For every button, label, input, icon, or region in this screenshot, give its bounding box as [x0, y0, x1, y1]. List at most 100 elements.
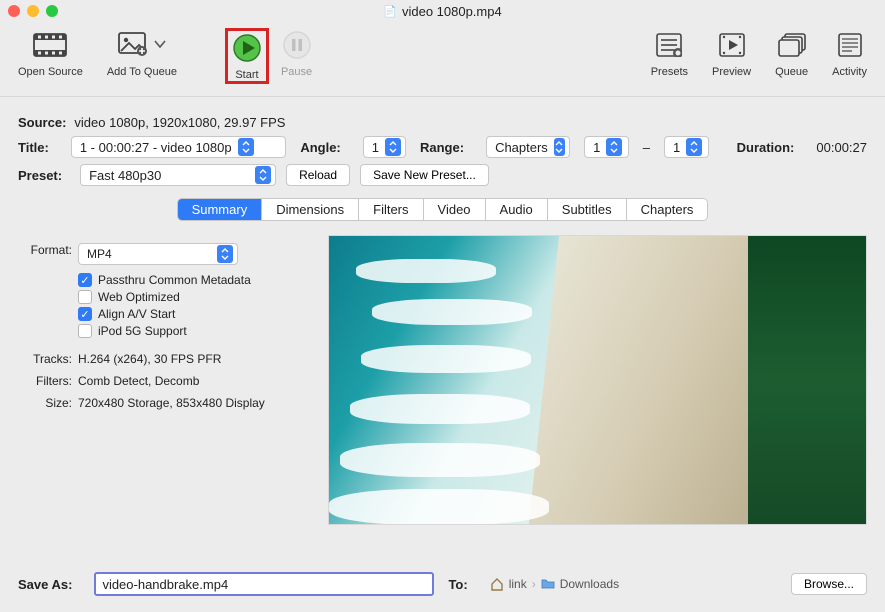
maximize-icon[interactable]	[46, 5, 58, 17]
presets-label: Presets	[651, 66, 688, 78]
tab-filters[interactable]: Filters	[359, 199, 423, 220]
preset-select[interactable]: Fast 480p30	[80, 164, 276, 186]
stack-icon	[778, 28, 806, 62]
activity-button[interactable]: Activity	[820, 28, 879, 78]
pause-icon	[282, 28, 312, 62]
updown-icon	[606, 138, 622, 156]
format-label: Format:	[18, 243, 72, 265]
range-label: Range:	[420, 140, 464, 155]
minimize-icon[interactable]	[27, 5, 39, 17]
path-segment: link	[509, 577, 527, 591]
updown-icon	[255, 166, 271, 184]
checkbox-label: Passthru Common Metadata	[98, 273, 251, 287]
checkbox-ipod-5g[interactable]: iPod 5G Support	[78, 324, 304, 338]
window-title-text: video 1080p.mp4	[402, 4, 502, 19]
presets-button[interactable]: Presets	[639, 28, 700, 78]
save-new-preset-button[interactable]: Save New Preset...	[360, 164, 489, 186]
updown-icon	[217, 245, 233, 263]
activity-label: Activity	[832, 66, 867, 78]
preset-label: Preset:	[18, 168, 62, 183]
checkbox-icon	[78, 324, 92, 338]
format-select[interactable]: MP4	[78, 243, 238, 265]
film-icon	[33, 28, 67, 62]
tab-video[interactable]: Video	[424, 199, 486, 220]
tab-chapters[interactable]: Chapters	[627, 199, 708, 220]
updown-icon	[385, 138, 401, 156]
checkbox-icon: ✓	[78, 307, 92, 321]
source-value: video 1080p, 1920x1080, 29.97 FPS	[74, 115, 285, 130]
angle-label: Angle:	[300, 140, 340, 155]
titlebar: 📄 video 1080p.mp4	[0, 0, 885, 22]
checkbox-passthru[interactable]: ✓ Passthru Common Metadata	[78, 273, 304, 287]
tab-summary[interactable]: Summary	[178, 199, 263, 220]
checkbox-align-av[interactable]: ✓ Align A/V Start	[78, 307, 304, 321]
tab-audio[interactable]: Audio	[486, 199, 548, 220]
range-to-value: 1	[673, 140, 680, 155]
reload-button[interactable]: Reload	[286, 164, 350, 186]
tab-subtitles[interactable]: Subtitles	[548, 199, 627, 220]
range-to-select[interactable]: 1	[664, 136, 709, 158]
updown-icon	[238, 138, 254, 156]
saveas-input[interactable]	[94, 572, 434, 596]
queue-label: Queue	[775, 66, 808, 78]
sliders-icon	[656, 28, 682, 62]
size-label: Size:	[18, 396, 72, 410]
chevron-down-icon[interactable]	[154, 39, 166, 52]
range-from-select[interactable]: 1	[584, 136, 629, 158]
tracks-value: H.264 (x264), 30 FPS PFR	[78, 352, 221, 366]
start-button[interactable]: Start	[225, 28, 269, 84]
title-select-value: 1 - 00:00:27 - video 1080p	[80, 140, 232, 155]
window-controls	[8, 5, 58, 17]
source-label: Source:	[18, 115, 66, 130]
add-to-queue-label: Add To Queue	[107, 66, 177, 78]
saveas-label: Save As:	[18, 577, 72, 592]
add-to-queue-button[interactable]: Add To Queue	[95, 28, 189, 78]
preset-value: Fast 480p30	[89, 168, 249, 183]
angle-select[interactable]: 1	[363, 136, 406, 158]
toolbar: Open Source Add To Queue Start Pause	[0, 22, 885, 97]
start-label: Start	[235, 69, 258, 81]
pause-label: Pause	[281, 66, 312, 78]
content-area: Source: video 1080p, 1920x1080, 29.97 FP…	[0, 97, 885, 525]
filters-value: Comb Detect, Decomb	[78, 374, 199, 388]
filters-label: Filters:	[18, 374, 72, 388]
updown-icon	[686, 138, 702, 156]
format-value: MP4	[87, 247, 211, 261]
range-separator: –	[643, 140, 650, 155]
pause-button: Pause	[269, 28, 324, 78]
image-plus-icon	[118, 32, 148, 59]
checkbox-label: Align A/V Start	[98, 307, 175, 321]
bottom-bar: Save As: To: link › Downloads Browse...	[0, 562, 885, 612]
title-label: Title:	[18, 140, 49, 155]
range-type-select[interactable]: Chapters	[486, 136, 570, 158]
duration-value: 00:00:27	[816, 140, 867, 155]
tab-dimensions[interactable]: Dimensions	[262, 199, 359, 220]
range-from-value: 1	[593, 140, 600, 155]
checkbox-web-optimized[interactable]: Web Optimized	[78, 290, 304, 304]
angle-value: 1	[372, 140, 379, 155]
window-title: 📄 video 1080p.mp4	[0, 4, 885, 19]
path-segment: Downloads	[560, 577, 619, 591]
play-icon	[232, 31, 262, 65]
updown-icon	[554, 138, 565, 156]
duration-label: Duration:	[737, 140, 795, 155]
tab-bar: Summary Dimensions Filters Video Audio S…	[177, 198, 709, 221]
preview-button[interactable]: Preview	[700, 28, 763, 78]
destination-path[interactable]: link › Downloads	[490, 577, 619, 591]
folder-icon	[541, 577, 555, 591]
to-label: To:	[448, 577, 467, 592]
video-preview	[328, 235, 867, 525]
size-value: 720x480 Storage, 853x480 Display	[78, 396, 265, 410]
close-icon[interactable]	[8, 5, 20, 17]
preview-icon	[719, 28, 745, 62]
browse-button[interactable]: Browse...	[791, 573, 867, 595]
checkbox-icon	[78, 290, 92, 304]
open-source-button[interactable]: Open Source	[6, 28, 95, 78]
activity-log-icon	[838, 28, 862, 62]
checkbox-icon: ✓	[78, 273, 92, 287]
checkbox-label: Web Optimized	[98, 290, 180, 304]
title-select[interactable]: 1 - 00:00:27 - video 1080p	[71, 136, 286, 158]
queue-button[interactable]: Queue	[763, 28, 820, 78]
checkbox-label: iPod 5G Support	[98, 324, 187, 338]
document-icon: 📄	[383, 5, 397, 18]
